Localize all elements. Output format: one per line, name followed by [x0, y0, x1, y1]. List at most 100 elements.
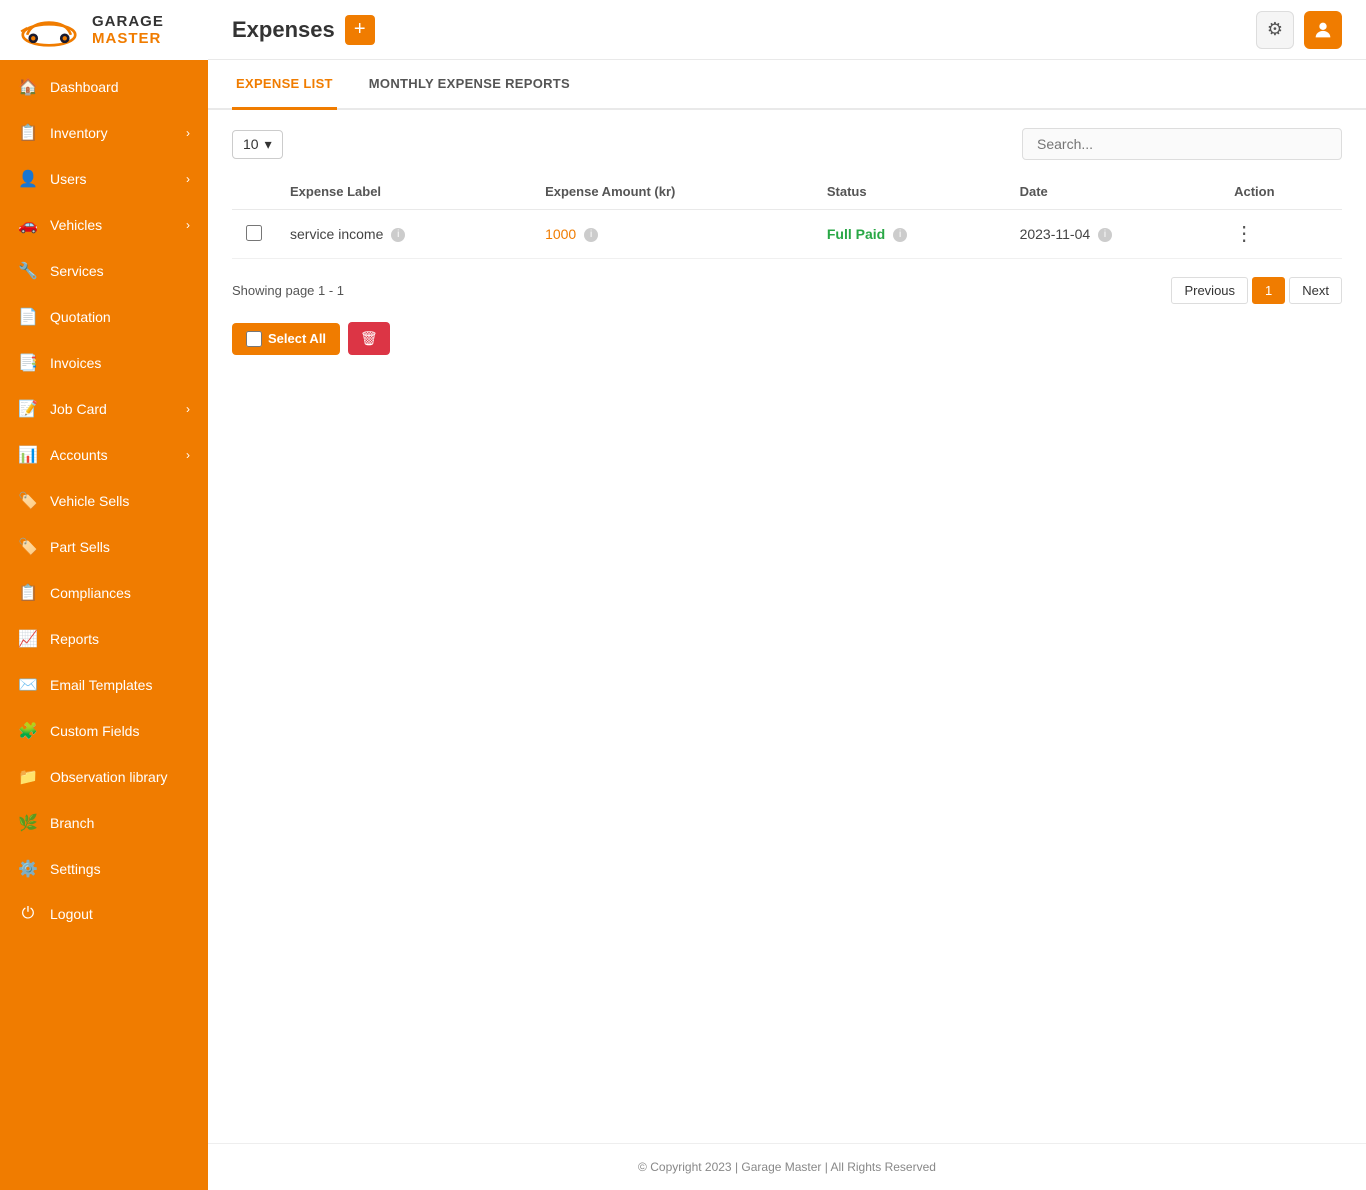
- sidebar: GARAGE MASTER 🏠 Dashboard 📋 Inventory › …: [0, 0, 208, 1190]
- header: Expenses + ⚙: [208, 0, 1366, 60]
- sidebar-item-inventory[interactable]: 📋 Inventory ›: [0, 110, 208, 156]
- sidebar-item-left-part-sells: 🏷️ Part Sells: [18, 537, 110, 557]
- tab-monthly-expense-reports[interactable]: MONTHLY EXPENSE REPORTS: [365, 60, 574, 110]
- sidebar-label-accounts: Accounts: [50, 447, 108, 463]
- col-header-status: Status: [813, 174, 1006, 210]
- settings-button[interactable]: ⚙: [1256, 11, 1294, 49]
- add-expense-button[interactable]: +: [345, 15, 375, 45]
- sidebar-label-part-sells: Part Sells: [50, 539, 110, 555]
- status-info-icon-0[interactable]: i: [893, 228, 907, 242]
- sidebar-label-services: Services: [50, 263, 104, 279]
- pagination-row: Showing page 1 - 1 Previous 1 Next: [232, 277, 1342, 304]
- sidebar-item-left-reports: 📈 Reports: [18, 629, 99, 649]
- sidebar-icon-email-templates: ✉️: [18, 675, 38, 695]
- sidebar-item-job-card[interactable]: 📝 Job Card ›: [0, 386, 208, 432]
- row-checkbox-0[interactable]: [246, 225, 262, 241]
- sidebar-item-vehicle-sells[interactable]: 🏷️ Vehicle Sells: [0, 478, 208, 524]
- sidebar-item-left-quotation: 📄 Quotation: [18, 307, 111, 327]
- previous-page-button[interactable]: Previous: [1171, 277, 1248, 304]
- sidebar-label-observation-library: Observation library: [50, 769, 168, 785]
- sidebar-arrow-job-card: ›: [186, 402, 190, 416]
- sidebar-item-settings[interactable]: ⚙️ Settings: [0, 846, 208, 892]
- sidebar-item-quotation[interactable]: 📄 Quotation: [0, 294, 208, 340]
- sidebar-arrow-accounts: ›: [186, 448, 190, 462]
- sidebar-icon-compliances: 📋: [18, 583, 38, 603]
- sidebar-label-settings: Settings: [50, 861, 101, 877]
- action-menu-button-0[interactable]: ⋮: [1234, 223, 1254, 245]
- sidebar-label-vehicle-sells: Vehicle Sells: [50, 493, 129, 509]
- sidebar-icon-vehicle-sells: 🏷️: [18, 491, 38, 511]
- sidebar-item-left-invoices: 📑 Invoices: [18, 353, 101, 373]
- page-1-button[interactable]: 1: [1252, 277, 1285, 304]
- select-all-button[interactable]: Select All: [232, 323, 340, 355]
- sidebar-arrow-inventory: ›: [186, 126, 190, 140]
- col-header-action: Action: [1220, 174, 1342, 210]
- col-header-date: Date: [1006, 174, 1221, 210]
- sidebar-icon-job-card: 📝: [18, 399, 38, 419]
- sidebar-icon-inventory: 📋: [18, 123, 38, 143]
- sidebar-icon-custom-fields: 🧩: [18, 721, 38, 741]
- sidebar-item-logout[interactable]: ⏻ Logout: [0, 892, 208, 936]
- header-right: ⚙: [1256, 11, 1342, 49]
- tab-expense-list[interactable]: EXPENSE LIST: [232, 60, 337, 110]
- sidebar-arrow-users: ›: [186, 172, 190, 186]
- date-info-icon-0[interactable]: i: [1098, 228, 1112, 242]
- sidebar-item-left-dashboard: 🏠 Dashboard: [18, 77, 119, 97]
- sidebar-item-left-compliances: 📋 Compliances: [18, 583, 131, 603]
- delete-selected-button[interactable]: 🗑: [348, 322, 390, 355]
- select-all-checkbox[interactable]: [246, 331, 262, 347]
- sidebar-label-branch: Branch: [50, 815, 94, 831]
- row-expense-amount-0: 1000 i: [531, 210, 813, 259]
- col-header-expense-amount: Expense Amount (kr): [531, 174, 813, 210]
- per-page-selector[interactable]: 10 ▾: [232, 130, 283, 159]
- sidebar-item-left-branch: 🌿 Branch: [18, 813, 94, 833]
- table-section: 10 ▾ Expense LabelExpense Amount (kr)Sta…: [208, 110, 1366, 373]
- sidebar-item-vehicles[interactable]: 🚗 Vehicles ›: [0, 202, 208, 248]
- sidebar-icon-users: 👤: [18, 169, 38, 189]
- sidebar-item-left-job-card: 📝 Job Card: [18, 399, 107, 419]
- per-page-chevron-icon: ▾: [265, 136, 272, 153]
- sidebar-icon-observation-library: 📁: [18, 767, 38, 787]
- sidebar-item-observation-library[interactable]: 📁 Observation library: [0, 754, 208, 800]
- sidebar-item-compliances[interactable]: 📋 Compliances: [0, 570, 208, 616]
- sidebar-item-dashboard[interactable]: 🏠 Dashboard: [0, 64, 208, 110]
- sidebar-item-left-vehicles: 🚗 Vehicles: [18, 215, 102, 235]
- sidebar-icon-reports: 📈: [18, 629, 38, 649]
- tabs: EXPENSE LIST MONTHLY EXPENSE REPORTS: [208, 60, 1366, 110]
- user-menu-button[interactable]: [1304, 11, 1342, 49]
- sidebar-label-users: Users: [50, 171, 87, 187]
- content-area: EXPENSE LIST MONTHLY EXPENSE REPORTS 10 ▾…: [208, 60, 1366, 1143]
- sidebar-item-invoices[interactable]: 📑 Invoices: [0, 340, 208, 386]
- sidebar-label-quotation: Quotation: [50, 309, 111, 325]
- sidebar-item-custom-fields[interactable]: 🧩 Custom Fields: [0, 708, 208, 754]
- per-page-value: 10: [243, 136, 259, 152]
- sidebar-label-compliances: Compliances: [50, 585, 131, 601]
- sidebar-nav: 🏠 Dashboard 📋 Inventory › 👤 Users › 🚗 Ve…: [0, 60, 208, 1190]
- expense-amount-info-icon-0[interactable]: i: [584, 228, 598, 242]
- next-page-button[interactable]: Next: [1289, 277, 1342, 304]
- expense-label-info-icon-0[interactable]: i: [391, 228, 405, 242]
- sidebar-item-email-templates[interactable]: ✉️ Email Templates: [0, 662, 208, 708]
- sidebar-item-branch[interactable]: 🌿 Branch: [0, 800, 208, 846]
- main-content: Expenses + ⚙ EXPENSE LIST MONTHLY EXPENSE…: [208, 0, 1366, 1190]
- sidebar-label-dashboard: Dashboard: [50, 79, 119, 95]
- sidebar-label-vehicles: Vehicles: [50, 217, 102, 233]
- amount-value-0: 1000: [545, 226, 576, 242]
- search-input[interactable]: [1022, 128, 1342, 160]
- sidebar-item-part-sells[interactable]: 🏷️ Part Sells: [0, 524, 208, 570]
- sidebar-item-users[interactable]: 👤 Users ›: [0, 156, 208, 202]
- row-date-0: 2023-11-04 i: [1006, 210, 1221, 259]
- sidebar-icon-services: 🔧: [18, 261, 38, 281]
- sidebar-icon-quotation: 📄: [18, 307, 38, 327]
- sidebar-icon-invoices: 📑: [18, 353, 38, 373]
- sidebar-label-job-card: Job Card: [50, 401, 107, 417]
- sidebar-item-reports[interactable]: 📈 Reports: [0, 616, 208, 662]
- col-header-expense-label: Expense Label: [276, 174, 531, 210]
- table-controls: 10 ▾: [232, 128, 1342, 160]
- sidebar-arrow-vehicles: ›: [186, 218, 190, 232]
- logo-name-top: GARAGE: [92, 13, 164, 30]
- row-expense-label-0: service income i: [276, 210, 531, 259]
- sidebar-item-services[interactable]: 🔧 Services: [0, 248, 208, 294]
- sidebar-item-accounts[interactable]: 📊 Accounts ›: [0, 432, 208, 478]
- row-action-0: ⋮: [1220, 210, 1342, 259]
